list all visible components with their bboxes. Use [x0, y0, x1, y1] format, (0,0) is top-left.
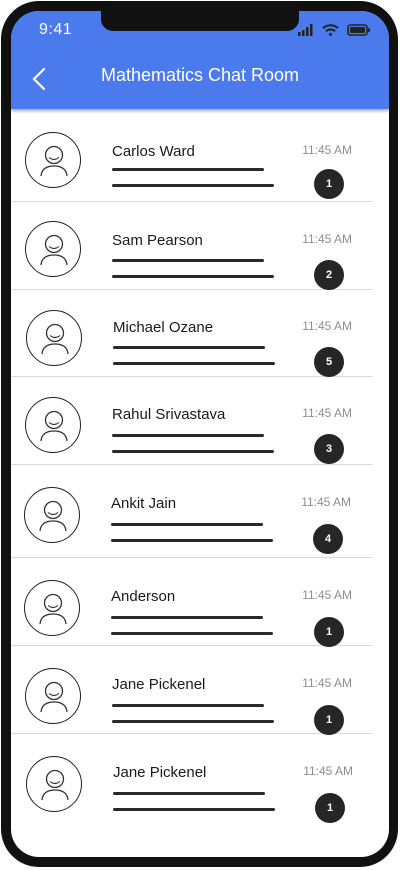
user-avatar-icon [40, 681, 68, 713]
message-preview-line [112, 259, 264, 262]
unread-badge: 1 [314, 705, 344, 735]
message-preview-line [111, 539, 273, 542]
avatar [25, 132, 81, 188]
message-preview-line [111, 632, 273, 635]
user-avatar-icon [40, 410, 68, 442]
message-preview-line [112, 275, 274, 278]
chat-row[interactable]: Anderson 11:45 AM 1 [11, 558, 373, 647]
contact-name: Rahul Srivastava [112, 406, 226, 423]
unread-badge: 5 [314, 347, 344, 377]
contact-name: Jane Pickenel [112, 676, 206, 693]
chat-row[interactable]: Carlos Ward 11:45 AM 1 [11, 109, 373, 202]
message-preview-line [113, 792, 265, 795]
contact-name: Michael Ozane [113, 319, 214, 336]
unread-badge: 1 [314, 617, 344, 647]
message-preview-line [112, 704, 264, 707]
message-preview-line [112, 434, 264, 437]
phone-frame: 9:41 Mathematics Chat Room Carlos Ward 1… [1, 1, 398, 867]
chat-list: Carlos Ward 11:45 AM 1 Sam Pearson 11:45… [11, 109, 389, 824]
unread-badge: 1 [315, 793, 345, 823]
chat-row[interactable]: Rahul Srivastava 11:45 AM 3 [11, 377, 373, 465]
message-preview-line [111, 616, 263, 619]
avatar [26, 310, 82, 366]
avatar [25, 397, 81, 453]
phone-screen: 9:41 Mathematics Chat Room Carlos Ward 1… [11, 11, 389, 857]
message-preview-line [112, 168, 264, 171]
battery-icon [347, 24, 370, 36]
message-time: 11:45 AM [303, 764, 353, 778]
avatar [25, 668, 81, 724]
user-avatar-icon [40, 145, 68, 177]
user-avatar-icon [39, 500, 67, 532]
avatar [24, 487, 80, 543]
message-time: 11:45 AM [302, 588, 352, 602]
message-time: 11:45 AM [301, 495, 351, 509]
chat-row[interactable]: Jane Pickenel 11:45 AM 1 [11, 646, 373, 735]
contact-name: Sam Pearson [112, 232, 203, 249]
message-time: 11:45 AM [302, 232, 352, 246]
message-preview-line [113, 808, 275, 811]
contact-name: Anderson [111, 588, 176, 605]
chat-row[interactable]: Sam Pearson 11:45 AM 2 [11, 202, 373, 290]
avatar [24, 580, 80, 636]
status-icons [298, 24, 371, 36]
unread-badge: 4 [313, 524, 343, 554]
user-avatar-icon [40, 234, 68, 266]
avatar [26, 756, 82, 812]
message-preview-line [113, 346, 265, 349]
chat-row[interactable]: Michael Ozane 11:45 AM 5 [11, 290, 373, 377]
unread-badge: 1 [314, 169, 344, 199]
avatar [25, 221, 81, 277]
signal-icon [298, 24, 313, 36]
chat-row[interactable]: Jane Pickenel 11:45 AM 1 [11, 734, 373, 824]
status-time: 9:41 [39, 21, 73, 38]
contact-name: Jane Pickenel [113, 764, 207, 781]
unread-badge: 2 [314, 260, 344, 290]
message-preview-line [113, 362, 275, 365]
message-preview-line [112, 184, 274, 187]
contact-name: Carlos Ward [112, 143, 195, 160]
page-title: Mathematics Chat Room [100, 65, 300, 85]
contact-name: Ankit Jain [111, 495, 177, 512]
message-time: 11:45 AM [302, 143, 352, 157]
unread-badge: 3 [314, 434, 344, 464]
phone-notch [101, 11, 299, 31]
chat-row[interactable]: Ankit Jain 11:45 AM 4 [11, 465, 373, 558]
message-preview-line [112, 720, 274, 723]
message-preview-line [112, 450, 274, 453]
message-time: 11:45 AM [302, 406, 352, 420]
user-avatar-icon [39, 593, 67, 625]
message-time: 11:45 AM [302, 676, 352, 690]
message-time: 11:45 AM [302, 319, 352, 333]
user-avatar-icon [41, 323, 69, 355]
message-preview-line [111, 523, 263, 526]
user-avatar-icon [41, 769, 69, 801]
wifi-icon [322, 24, 339, 36]
